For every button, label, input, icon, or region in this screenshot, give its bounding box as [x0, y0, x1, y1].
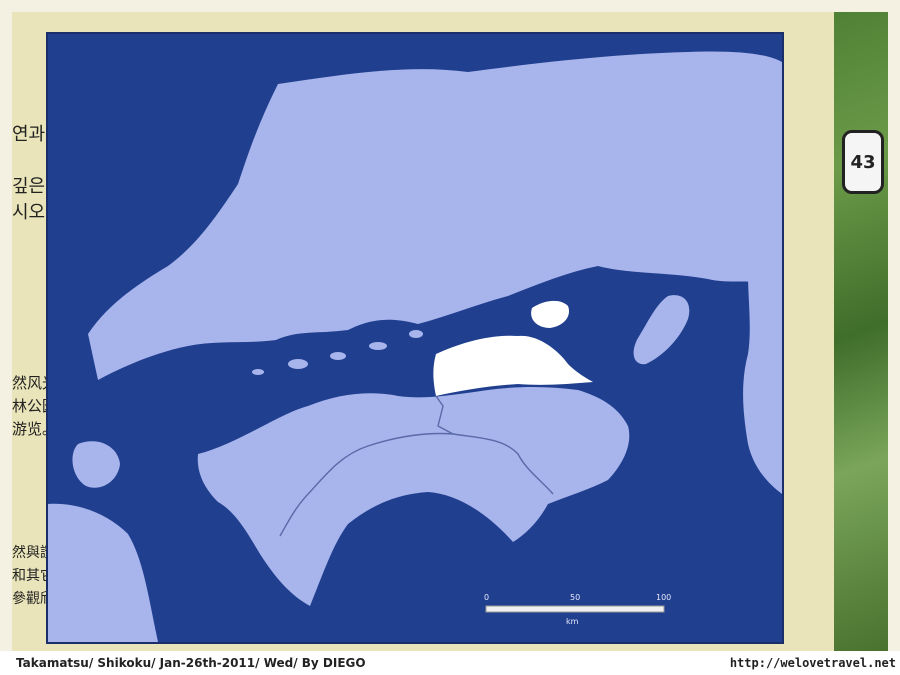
- map-svg: 0 50 100 km: [48, 34, 782, 642]
- website-link[interactable]: http://welovetravel.net: [730, 656, 900, 670]
- photo-scene: 43 연과 깊은 시오. 然风光, 林公园 游览。 然與讚岐 和其它具 參觀欣賞…: [12, 12, 888, 663]
- scale-label-0: 0: [484, 593, 489, 602]
- inland-sea-island: [330, 352, 346, 360]
- scale-bar-line: [485, 605, 665, 613]
- photo-caption: Takamatsu/ Shikoku/ Jan-26th-2011/ Wed/ …: [16, 656, 366, 670]
- scale-label-50: 50: [570, 593, 580, 602]
- korean-line: 연과: [12, 124, 46, 145]
- korean-line: 시오.: [12, 202, 51, 223]
- korean-line: 깊은: [12, 176, 46, 197]
- shikoku-map: 0 50 100 km: [48, 34, 782, 642]
- korean-text: 연과 깊은 시오.: [12, 122, 52, 226]
- inland-sea-island: [369, 342, 387, 350]
- inland-sea-island: [409, 330, 423, 338]
- photo-caption-bar: Takamatsu/ Shikoku/ Jan-26th-2011/ Wed/ …: [0, 651, 900, 675]
- signboard: 연과 깊은 시오. 然风光, 林公园 游览。 然與讚岐 和其它具 參觀欣賞。 0…: [12, 12, 834, 663]
- route-sign: 43: [842, 130, 884, 194]
- korean-line: [12, 148, 52, 174]
- scale-label-100: 100: [656, 593, 671, 602]
- inland-sea-island: [252, 369, 264, 375]
- scale-unit: km: [566, 617, 579, 626]
- inland-sea-island: [288, 359, 308, 369]
